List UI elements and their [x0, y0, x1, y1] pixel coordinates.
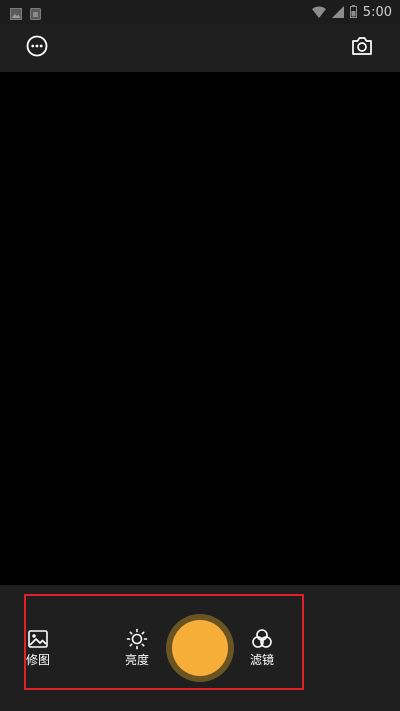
status-bar: 5:00: [0, 0, 400, 24]
image-notification-icon: [10, 5, 22, 24]
filter-button[interactable]: 滤镜: [240, 628, 284, 676]
shutter-button-inner: [172, 620, 228, 676]
more-options-button[interactable]: [23, 34, 51, 62]
status-notifications: [10, 5, 41, 24]
image-edit-icon: [27, 628, 49, 650]
status-time: 5:00: [362, 4, 392, 20]
switch-camera-button[interactable]: [348, 34, 376, 62]
top-toolbar: [0, 24, 400, 72]
sim-notification-icon: [30, 5, 41, 24]
image-edit-button[interactable]: 修图: [16, 628, 60, 676]
battery-icon: [349, 3, 357, 22]
image-edit-label: 修图: [25, 653, 50, 667]
shutter-button[interactable]: [166, 614, 234, 682]
brightness-icon: [126, 628, 148, 650]
brightness-button[interactable]: 亮度: [115, 628, 159, 676]
switch-camera-icon: [351, 36, 373, 60]
filter-icon: [251, 628, 273, 650]
signal-icon: [331, 3, 344, 22]
more-options-icon: [26, 35, 48, 61]
status-system: 5:00: [311, 3, 392, 22]
wifi-icon: [311, 3, 326, 22]
brightness-label: 亮度: [124, 653, 149, 667]
camera-preview[interactable]: [0, 72, 400, 585]
filter-label: 滤镜: [249, 653, 274, 667]
